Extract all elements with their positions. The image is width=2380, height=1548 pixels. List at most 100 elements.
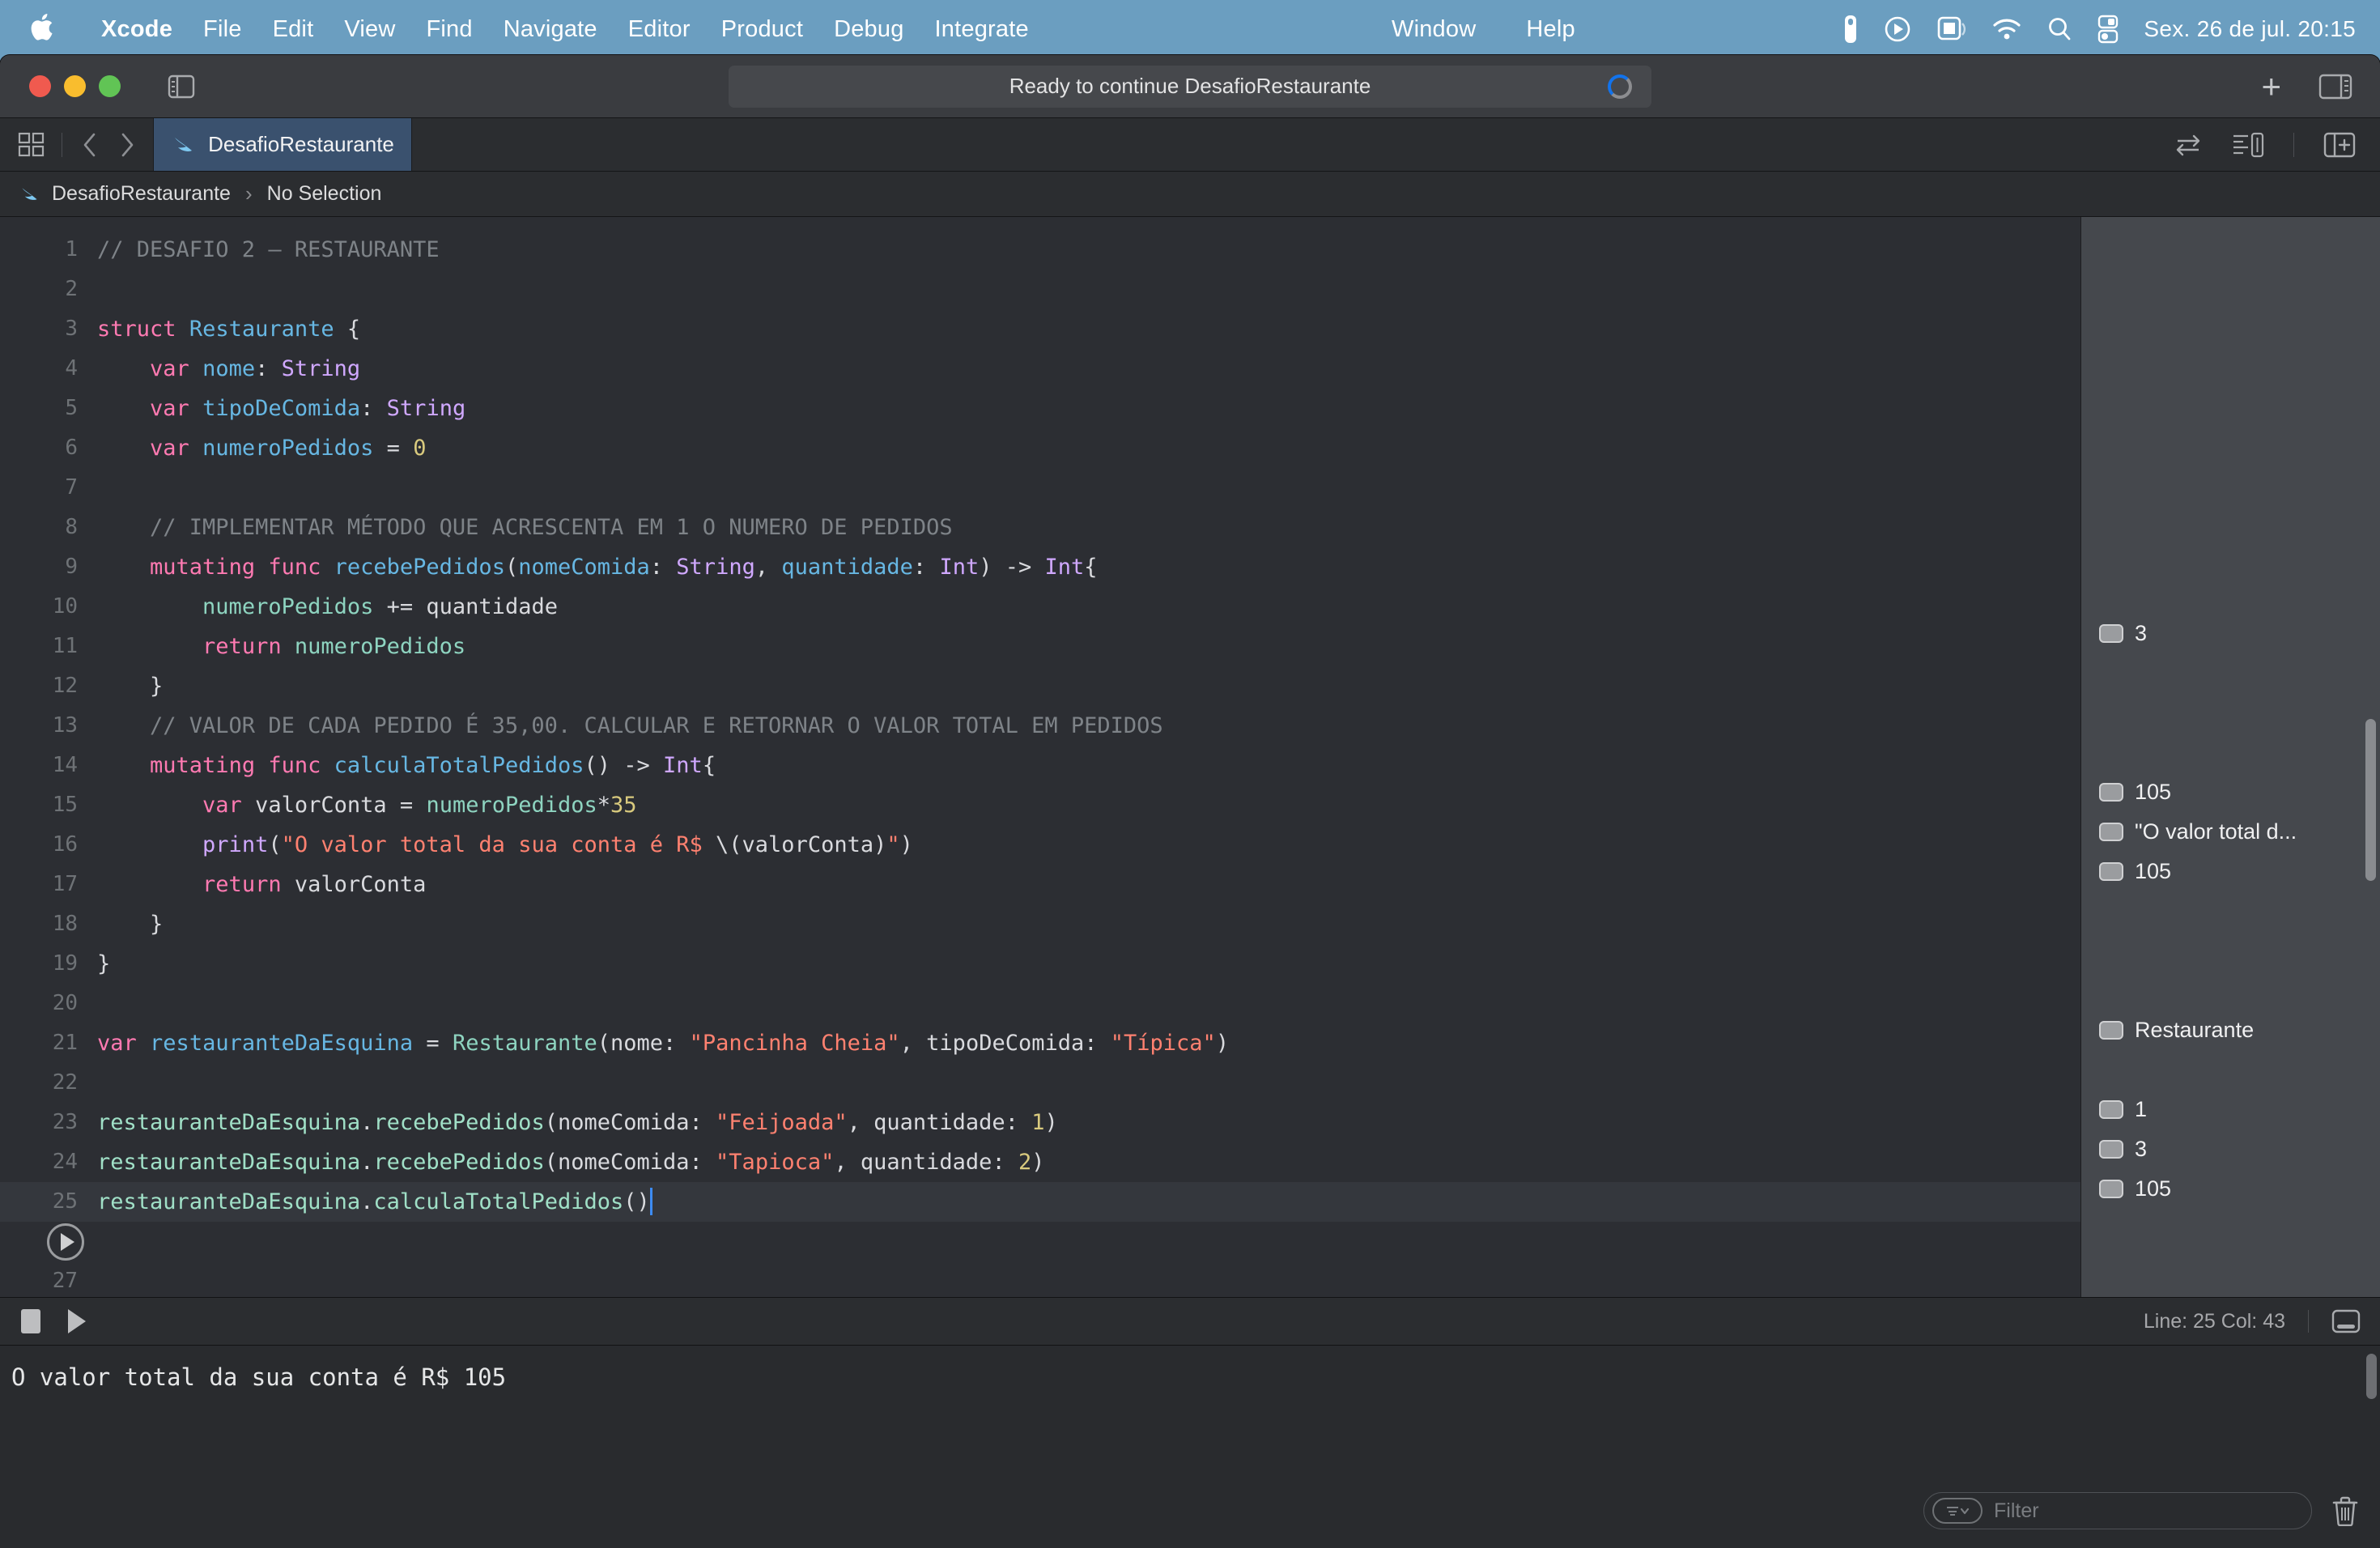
result-row[interactable]: "O valor total d... <box>2081 812 2380 852</box>
wifi-icon[interactable] <box>1991 17 2022 41</box>
menu-item-view[interactable]: View <box>329 16 410 43</box>
inspector-toggle-icon[interactable] <box>2318 74 2352 100</box>
minimize-button[interactable] <box>64 75 86 97</box>
line-text: return numeroPedidos <box>202 634 466 659</box>
code-line[interactable]: 18 } <box>0 904 2080 944</box>
continue-button[interactable] <box>68 1309 86 1333</box>
code-line[interactable] <box>0 1222 2080 1261</box>
menu-item-help[interactable]: Help <box>1511 16 1590 43</box>
code-line[interactable]: 11 return numeroPedidos <box>0 627 2080 666</box>
result-quicklook-icon[interactable] <box>2099 1180 2123 1198</box>
line-text: var tipoDeComida: String <box>150 396 466 421</box>
swap-arrows-icon[interactable] <box>2174 133 2203 157</box>
code-line[interactable]: 7 <box>0 468 2080 508</box>
code-line[interactable]: 25 restauranteDaEsquina.calculaTotalPedid… <box>0 1182 2080 1222</box>
code-line[interactable]: 23 restauranteDaEsquina.recebePedidos(nom… <box>0 1103 2080 1142</box>
code-line[interactable]: 14 mutating func calculaTotalPedidos() -… <box>0 746 2080 785</box>
result-value: 3 <box>2135 621 2148 645</box>
code-line[interactable]: 21 var restauranteDaEsquina = Restaurante… <box>0 1023 2080 1063</box>
menu-bar-clock[interactable]: Sex. 26 de jul. 20:15 <box>2144 16 2356 42</box>
code-line[interactable]: 17 return valorConta <box>0 865 2080 904</box>
line-number: 21 <box>52 1031 78 1055</box>
line-number: 12 <box>52 674 78 698</box>
result-row[interactable]: 3 <box>2081 614 2380 653</box>
code-line[interactable]: 22 <box>0 1063 2080 1103</box>
playground-results-sidebar[interactable]: 3 105 "O valor total d... 105 Restaurante 1 3 1… <box>2080 217 2380 1297</box>
search-icon[interactable] <box>2046 16 2072 42</box>
code-line[interactable]: 6 var numeroPedidos = 0 <box>0 428 2080 468</box>
line-text: // DESAFIO 2 — RESTAURANTE <box>97 237 440 262</box>
menu-item-file[interactable]: File <box>188 16 257 43</box>
result-row[interactable]: 3 <box>2081 1129 2380 1169</box>
code-line[interactable]: 9 mutating func recebePedidos(nomeComida… <box>0 547 2080 587</box>
chevron-left-icon[interactable] <box>82 132 98 158</box>
menu-item-find[interactable]: Find <box>410 16 487 43</box>
code-line[interactable]: 8 // IMPLEMENTAR MÉTODO QUE ACRESCENTA E… <box>0 508 2080 547</box>
menu-item-navigate[interactable]: Navigate <box>488 16 613 43</box>
menu-item-window[interactable]: Window <box>1376 16 1491 43</box>
breadcrumb-project[interactable]: DesafioRestaurante <box>52 182 231 206</box>
menu-item-xcode[interactable]: Xcode <box>86 16 188 43</box>
code-line[interactable]: 15 var valorConta = numeroPedidos*35 <box>0 785 2080 825</box>
stop-button[interactable] <box>21 1309 40 1333</box>
sidebar-toggle-icon[interactable] <box>168 74 195 99</box>
console-scrollbar[interactable] <box>2366 1354 2377 1399</box>
split-editor-add-icon[interactable] <box>2323 132 2356 158</box>
close-button[interactable] <box>29 75 51 97</box>
tab-grid-icon[interactable] <box>18 132 45 158</box>
code-line[interactable]: 2 <box>0 270 2080 309</box>
line-number: 13 <box>52 713 78 738</box>
code-line[interactable]: 20 <box>0 984 2080 1023</box>
menu-item-editor[interactable]: Editor <box>613 16 706 43</box>
menu-item-debug[interactable]: Debug <box>818 16 919 43</box>
code-line[interactable]: 16 print("O valor total da sua conta é R… <box>0 825 2080 865</box>
result-quicklook-icon[interactable] <box>2099 1021 2123 1040</box>
play-circle-icon[interactable] <box>1883 15 1912 44</box>
screen-mirroring-icon[interactable] <box>1936 15 1967 43</box>
result-quicklook-icon[interactable] <box>2099 624 2123 643</box>
breadcrumb-selection[interactable]: No Selection <box>267 182 382 206</box>
result-row[interactable]: 105 <box>2081 772 2380 812</box>
line-text: } <box>97 951 111 976</box>
code-line[interactable]: 10 numeroPedidos += quantidade <box>0 587 2080 627</box>
zoom-button[interactable] <box>99 75 121 97</box>
filter-input[interactable]: Filter <box>1923 1492 2312 1529</box>
run-playground-button[interactable] <box>47 1223 84 1261</box>
result-quicklook-icon[interactable] <box>2099 1140 2123 1159</box>
code-line[interactable]: 3 struct Restaurante { <box>0 309 2080 349</box>
battery-vertical-icon[interactable] <box>1842 14 1859 45</box>
code-line[interactable]: 24 restauranteDaEsquina.recebePedidos(nom… <box>0 1142 2080 1182</box>
result-row[interactable]: 1 <box>2081 1090 2380 1129</box>
chevron-right-icon[interactable] <box>119 132 135 158</box>
menu-item-product[interactable]: Product <box>706 16 818 43</box>
control-center-icon[interactable] <box>2097 15 2119 44</box>
apple-logo-icon[interactable] <box>29 11 57 44</box>
result-quicklook-icon[interactable] <box>2099 783 2123 802</box>
result-quicklook-icon[interactable] <box>2099 862 2123 881</box>
menu-item-edit[interactable]: Edit <box>257 16 329 43</box>
tab-desafio-restaurante[interactable]: DesafioRestaurante <box>153 118 412 171</box>
result-row[interactable]: 105 <box>2081 852 2380 891</box>
menu-item-integrate[interactable]: Integrate <box>920 16 1044 43</box>
filter-options-icon[interactable] <box>1932 1498 1983 1524</box>
result-row[interactable]: 105 <box>2081 1169 2380 1209</box>
result-quicklook-icon[interactable] <box>2099 1100 2123 1119</box>
code-line[interactable]: 4 var nome: String <box>0 349 2080 389</box>
add-button[interactable]: + <box>2261 69 2281 104</box>
code-line[interactable]: 27 <box>0 1261 2080 1297</box>
activity-status-bar[interactable]: Ready to continue DesafioRestaurante <box>729 65 1651 108</box>
code-line[interactable]: 5 var tipoDeComida: String <box>0 389 2080 428</box>
code-line[interactable]: 12 } <box>0 666 2080 706</box>
console-toggle-icon[interactable] <box>2331 1309 2361 1333</box>
results-scrollbar-thumb[interactable] <box>2365 719 2376 881</box>
editor-area: 1// DESAFIO 2 — RESTAURANTE 2 3 struct Rest… <box>0 217 2380 1297</box>
result-quicklook-icon[interactable] <box>2099 823 2123 841</box>
line-text: var valorConta = numeroPedidos*35 <box>202 793 637 818</box>
trash-icon[interactable] <box>2331 1495 2359 1526</box>
code-editor[interactable]: 1// DESAFIO 2 — RESTAURANTE 2 3 struct Rest… <box>0 217 2080 1297</box>
code-line[interactable]: 19} <box>0 944 2080 984</box>
code-line[interactable]: 13 // VALOR DE CADA PEDIDO É 35,00. CALC… <box>0 706 2080 746</box>
code-line[interactable]: 1 // DESAFIO 2 — RESTAURANTE <box>0 230 2080 270</box>
result-row[interactable]: Restaurante <box>2081 1010 2380 1050</box>
minimap-icon[interactable] <box>2232 132 2264 158</box>
